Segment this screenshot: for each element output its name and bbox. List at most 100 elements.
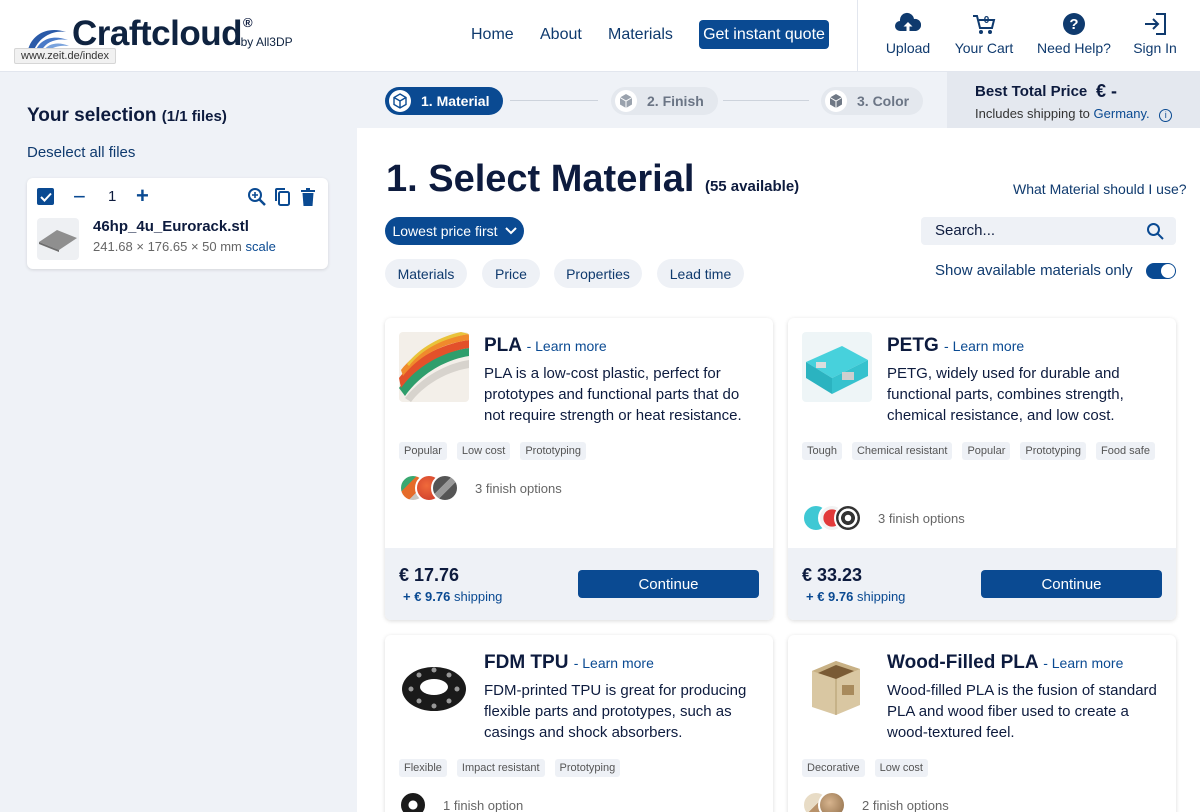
card-title: Wood-Filled PLA - Learn more (887, 652, 1124, 673)
learn-more-link[interactable]: - Learn more (944, 338, 1024, 354)
nav-materials[interactable]: Materials (608, 26, 673, 44)
nav-home[interactable]: Home (471, 26, 514, 44)
card-tags: Tough Chemical resistant Popular Prototy… (802, 442, 1162, 460)
best-price-value: € - (1096, 81, 1118, 101)
deselect-all-link[interactable]: Deselect all files (27, 144, 135, 161)
sign-in-button[interactable]: Sign In (1115, 12, 1195, 56)
continue-button[interactable]: Continue (981, 570, 1162, 598)
cube-icon (829, 94, 843, 108)
cube-icon (619, 94, 633, 108)
available-only-label: Show available materials only (935, 262, 1133, 279)
card-footer: € 17.76 + € 9.76 shipping Continue (385, 548, 773, 620)
material-card-wood-filled-pla[interactable]: Wood-Filled PLA - Learn more Wood-filled… (788, 635, 1176, 812)
shipping-destination: Includes shipping to Germany. i (975, 106, 1173, 122)
search-placeholder: Search... (935, 222, 996, 239)
qty-increase-button[interactable]: + (136, 183, 149, 209)
help-label: Need Help? (1037, 40, 1111, 56)
qty-decrease-button[interactable]: − (73, 184, 86, 210)
card-tags: Decorative Low cost (802, 759, 1162, 777)
tag: Prototyping (520, 442, 586, 460)
craftcloud-logo[interactable]: Craftcloud ® by All3DP (26, 14, 293, 53)
finish-swatch (399, 791, 427, 812)
card-description: PETG, widely used for durable and functi… (887, 365, 1124, 424)
zoom-icon[interactable] (247, 187, 267, 207)
svg-text:0: 0 (984, 15, 990, 26)
filter-price[interactable]: Price (482, 259, 540, 288)
logo-byline: by All3DP (240, 35, 293, 49)
scale-link[interactable]: scale (246, 239, 276, 254)
card-description: PLA is a low-cost plastic, perfect for p… (484, 365, 742, 424)
logo-text: Craftcloud (72, 14, 243, 53)
duplicate-icon[interactable] (273, 187, 293, 207)
finish-swatch (431, 474, 459, 502)
card-title: PLA - Learn more (484, 335, 607, 356)
sign-in-icon (1145, 13, 1166, 35)
petg-material-image (802, 332, 872, 402)
available-count: (55 available) (704, 178, 800, 195)
available-only-toggle[interactable] (1146, 263, 1176, 279)
upload-cloud-icon (895, 12, 921, 32)
trash-icon[interactable] (298, 187, 318, 207)
finish-options: 3 finish options (802, 504, 965, 532)
filter-properties[interactable]: Properties (554, 259, 642, 288)
material-price: € 17.76 (399, 565, 460, 585)
card-footer: € 33.23 + € 9.76 shipping Continue (788, 548, 1176, 620)
filter-lead-time[interactable]: Lead time (657, 259, 744, 288)
sign-in-label: Sign In (1133, 40, 1177, 56)
material-selection-panel: 1. Select Material (55 available) What M… (357, 128, 1200, 812)
sort-dropdown[interactable]: Lowest price first (385, 217, 524, 245)
cart-button[interactable]: 0 Your Cart (944, 12, 1024, 56)
tag: Impact resistant (456, 759, 545, 777)
learn-more-link[interactable]: - Learn more (1043, 655, 1123, 671)
get-instant-quote-button[interactable]: Get instant quote (699, 20, 829, 49)
finish-count: 2 finish options (862, 797, 949, 812)
tag: Decorative (802, 759, 865, 777)
logo-registered: ® (243, 15, 253, 30)
search-icon[interactable] (1146, 222, 1164, 240)
material-card-petg[interactable]: PETG - Learn more PETG, widely used for … (788, 318, 1176, 620)
learn-more-link[interactable]: - Learn more (527, 338, 607, 354)
top-header: Craftcloud ® by All3DP www.zeit.de/index… (0, 0, 1200, 72)
country-link[interactable]: Germany. (1094, 106, 1150, 121)
tag: Low cost (456, 442, 511, 460)
pla-material-image (399, 332, 469, 402)
tag: Low cost (874, 759, 928, 777)
learn-more-link[interactable]: - Learn more (574, 655, 654, 671)
finish-options: 3 finish options (399, 474, 562, 502)
selection-count: (1/1 files) (161, 108, 227, 125)
shipping-cost: + € 9.76 shipping (403, 589, 503, 604)
tpu-material-image (399, 649, 469, 719)
material-search-input[interactable]: Search... (921, 217, 1176, 245)
step-finish[interactable]: 2. Finish (611, 87, 718, 115)
finish-count: 1 finish option (443, 797, 524, 812)
qty-value[interactable]: 1 (108, 188, 116, 205)
nav-about[interactable]: About (540, 26, 582, 44)
material-card-pla[interactable]: PLA - Learn more PLA is a low-cost plast… (385, 318, 773, 620)
filter-materials[interactable]: Materials (385, 259, 467, 288)
selection-sidebar: Your selection (1/1 files) Deselect all … (0, 72, 357, 812)
material-card-fdm-tpu[interactable]: FDM TPU - Learn more FDM-printed TPU is … (385, 635, 773, 812)
cart-icon: 0 (973, 15, 996, 34)
step-material[interactable]: 1. Material (385, 87, 504, 115)
checkmark-icon (39, 192, 52, 202)
file-name: 46hp_4u_Eurorack.stl (93, 218, 249, 235)
help-icon: ? (1063, 13, 1085, 35)
info-icon[interactable]: i (1159, 109, 1173, 122)
finish-swatch (834, 504, 862, 532)
card-tags: Popular Low cost Prototyping (399, 442, 759, 460)
wood-pla-material-image (802, 649, 872, 719)
finish-count: 3 finish options (878, 510, 965, 526)
header-divider (857, 0, 858, 72)
continue-button[interactable]: Continue (578, 570, 759, 598)
upload-button[interactable]: Upload (868, 12, 948, 56)
tag: Chemical resistant (851, 442, 953, 460)
upload-label: Upload (885, 40, 931, 56)
best-total-price-box: Best Total Price € - Includes shipping t… (947, 72, 1200, 128)
help-button[interactable]: ? Need Help? (1034, 12, 1114, 56)
step-color[interactable]: 3. Color (821, 87, 924, 115)
cart-label: Your Cart (954, 40, 1014, 56)
material-price: € 33.23 (802, 565, 863, 585)
card-title: PETG - Learn more (887, 335, 1025, 356)
material-help-link[interactable]: What Material should I use? (1013, 181, 1187, 197)
file-checkbox[interactable] (37, 188, 54, 205)
